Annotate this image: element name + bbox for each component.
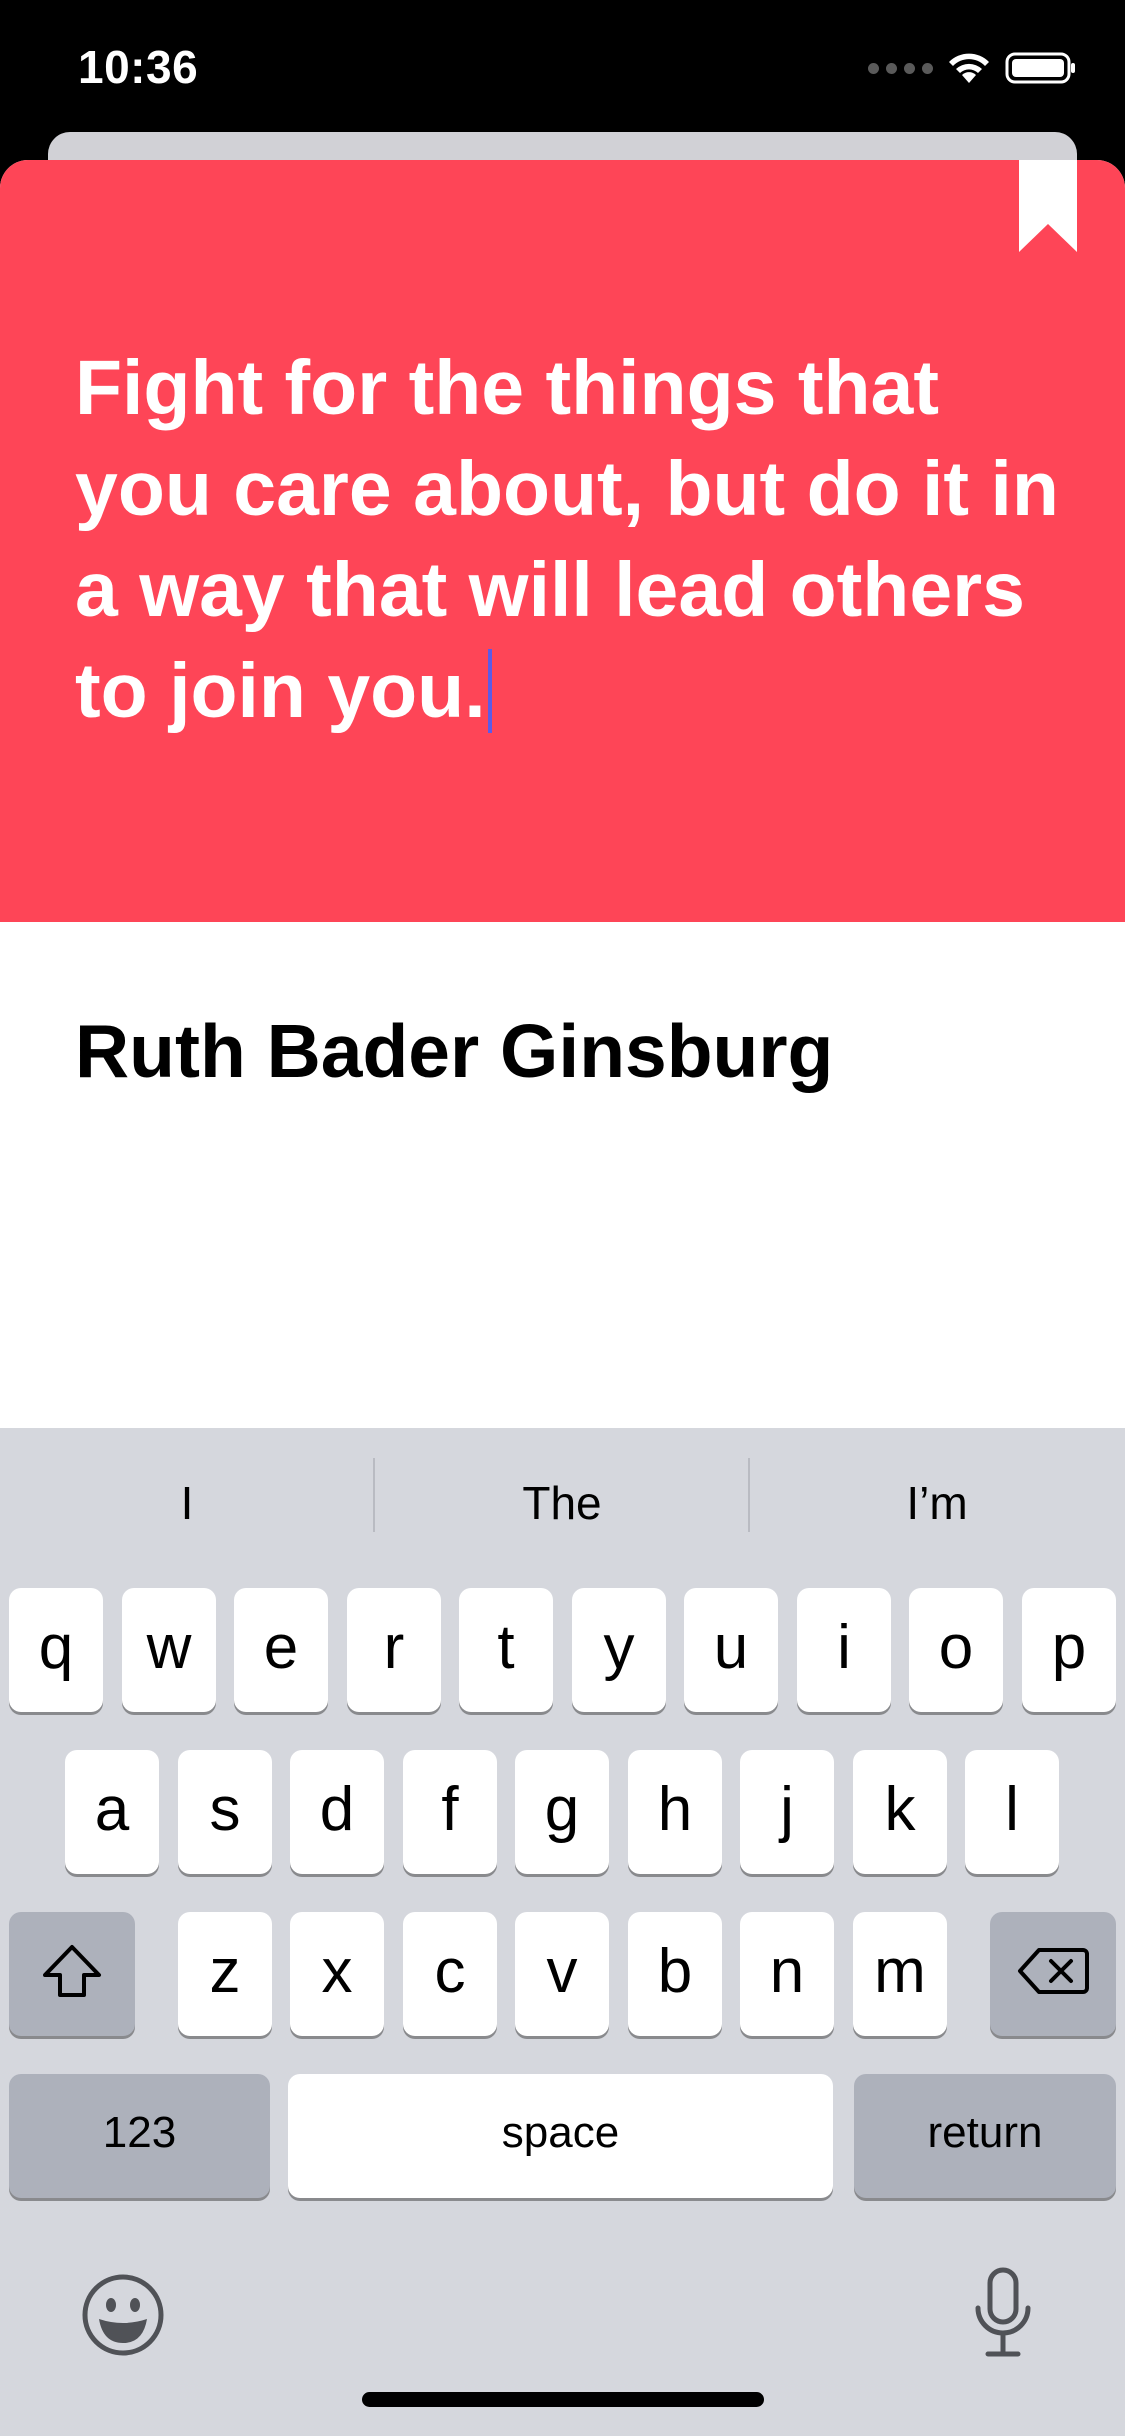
- delete-icon: [1018, 1948, 1089, 1994]
- suggestion-1[interactable]: I: [0, 1458, 374, 1548]
- key-u[interactable]: u: [684, 1588, 778, 1712]
- key-k[interactable]: k: [853, 1750, 947, 1874]
- key-j[interactable]: j: [740, 1750, 834, 1874]
- quote-text: Fight for the things that you care about…: [75, 345, 1059, 734]
- numbers-key[interactable]: 123: [9, 2074, 270, 2198]
- text-cursor: [487, 649, 492, 733]
- suggestion-3[interactable]: I’m: [750, 1458, 1124, 1548]
- key-r[interactable]: r: [347, 1588, 441, 1712]
- key-g[interactable]: g: [515, 1750, 609, 1874]
- microphone-icon[interactable]: [970, 2266, 1036, 2362]
- quote-panel: Fight for the things that you care about…: [0, 160, 1125, 922]
- suggestion-bar: I The I’m: [0, 1428, 1125, 1576]
- wifi-icon: [949, 53, 989, 83]
- status-bar: 10:36: [0, 0, 1125, 132]
- space-key[interactable]: space: [288, 2074, 833, 2198]
- quote-text-field[interactable]: Fight for the things that you care about…: [75, 338, 1065, 742]
- key-q[interactable]: q: [9, 1588, 103, 1712]
- key-p[interactable]: p: [1022, 1588, 1116, 1712]
- key-e[interactable]: e: [234, 1588, 328, 1712]
- key-c[interactable]: c: [403, 1912, 497, 2036]
- key-t[interactable]: t: [459, 1588, 553, 1712]
- key-w[interactable]: w: [122, 1588, 216, 1712]
- key-s[interactable]: s: [178, 1750, 272, 1874]
- suggestion-2[interactable]: The: [375, 1458, 749, 1548]
- key-z[interactable]: z: [178, 1912, 272, 2036]
- shift-key[interactable]: [9, 1912, 135, 2036]
- key-n[interactable]: n: [740, 1912, 834, 2036]
- bookmark-icon[interactable]: [1019, 160, 1077, 252]
- key-f[interactable]: f: [403, 1750, 497, 1874]
- key-a[interactable]: a: [65, 1750, 159, 1874]
- key-h[interactable]: h: [628, 1750, 722, 1874]
- key-i[interactable]: i: [797, 1588, 891, 1712]
- status-time: 10:36: [78, 41, 199, 93]
- status-icons: [868, 48, 1077, 88]
- shift-icon: [43, 1945, 101, 1997]
- key-b[interactable]: b: [628, 1912, 722, 2036]
- key-x[interactable]: x: [290, 1912, 384, 2036]
- author-name[interactable]: Ruth Bader Ginsburg: [75, 1010, 1075, 1093]
- delete-key[interactable]: [990, 1912, 1116, 2036]
- battery-icon: [1005, 52, 1075, 84]
- key-v[interactable]: v: [515, 1912, 609, 2036]
- emoji-icon[interactable]: [81, 2273, 165, 2357]
- return-key[interactable]: return: [854, 2074, 1116, 2198]
- key-l[interactable]: l: [965, 1750, 1059, 1874]
- home-indicator[interactable]: [362, 2392, 764, 2407]
- key-y[interactable]: y: [572, 1588, 666, 1712]
- signal-dots-icon: [868, 62, 933, 74]
- keyboard: I The I’m q w e r t y u i o p a s d f g …: [0, 1428, 1125, 2436]
- key-m[interactable]: m: [853, 1912, 947, 2036]
- key-o[interactable]: o: [909, 1588, 1003, 1712]
- key-d[interactable]: d: [290, 1750, 384, 1874]
